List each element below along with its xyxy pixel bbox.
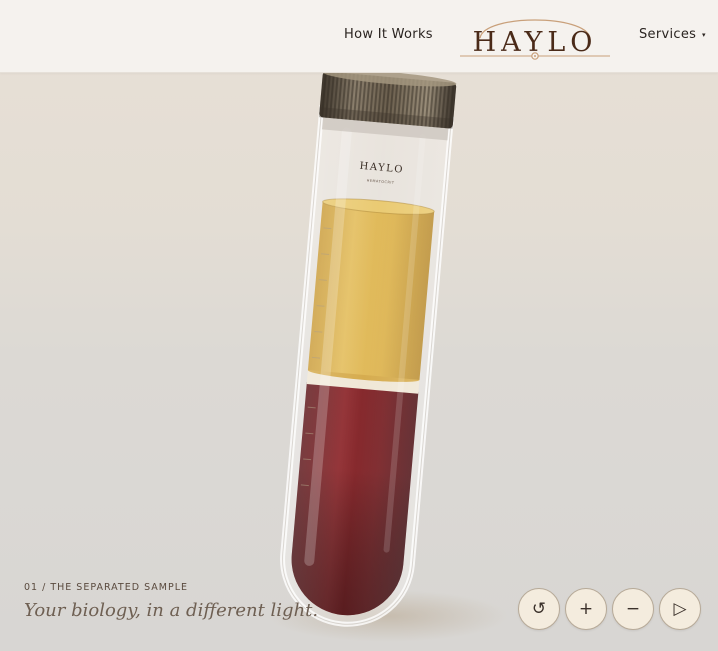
zoom-in-button[interactable]: + <box>565 588 607 630</box>
nav-how-it-works[interactable]: How It Works <box>344 27 433 42</box>
test-tube-scene[interactable]: HAYLO HEMATOCRIT <box>0 73 718 651</box>
rotate-icon: ↺ <box>531 599 547 619</box>
reset-view-button[interactable]: ↺ <box>518 588 560 630</box>
chevron-down-icon[interactable]: ▾ <box>702 31 706 39</box>
caption-tagline: Your biology, in a different light. <box>24 600 319 621</box>
play-button[interactable]: ▷ <box>659 588 701 630</box>
zoom-out-button[interactable]: − <box>612 588 654 630</box>
caption-number: 01 / THE SEPARATED SAMPLE <box>24 582 188 593</box>
play-icon: ▷ <box>673 599 687 619</box>
nav-services[interactable]: Services <box>639 27 696 42</box>
test-tube: HAYLO HEMATOCRIT <box>280 73 457 627</box>
plus-icon: + <box>578 599 594 619</box>
haylo-logo[interactable]: HAYLO <box>458 8 612 64</box>
site-header: How It Works HAYLO Services ▾ <box>0 0 718 73</box>
logo-wordmark: HAYLO <box>472 27 598 58</box>
minus-icon: − <box>625 599 641 619</box>
